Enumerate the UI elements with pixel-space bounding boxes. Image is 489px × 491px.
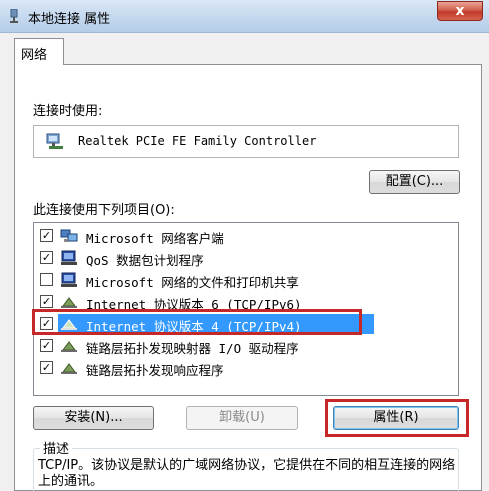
connect-using-label: 连接时使用:: [33, 104, 103, 119]
close-button[interactable]: x: [437, 1, 483, 21]
close-icon: x: [455, 3, 465, 19]
protocol-icon: [61, 297, 77, 308]
item-label: Microsoft 网络客户端: [86, 231, 224, 246]
item-checkbox[interactable]: [40, 273, 53, 286]
item-checkbox[interactable]: ✓: [40, 251, 53, 264]
list-item[interactable]: Microsoft 网络的文件和打印机共享: [34, 269, 458, 291]
item-label: QoS 数据包计划程序: [86, 253, 204, 268]
properties-dialog: 本地连接 属性 x 网络 连接时使用: Realtek PCIe FE Fami…: [0, 0, 489, 491]
item-label: 链路层拓扑发现映射器 I/O 驱动程序: [86, 341, 299, 356]
list-item[interactable]: ✓ QoS 数据包计划程序: [34, 247, 458, 269]
adapter-field: Realtek PCIe FE Family Controller: [33, 125, 459, 158]
install-button[interactable]: 安装(N)...: [33, 406, 154, 430]
item-label: Microsoft 网络的文件和打印机共享: [86, 275, 299, 290]
network-client-icon: [60, 229, 78, 242]
qos-scheduler-icon: [61, 250, 77, 265]
item-checkbox[interactable]: ✓: [40, 361, 53, 374]
item-label: 链路层拓扑发现响应程序: [86, 363, 224, 378]
protocol-icon: [61, 363, 77, 374]
configure-button[interactable]: 配置(C)...: [369, 170, 460, 194]
tab-network-label: 网络: [21, 48, 48, 63]
list-item[interactable]: ✓ 链路层拓扑发现响应程序: [34, 357, 458, 379]
description-title: 描述: [40, 438, 73, 457]
uninstall-button[interactable]: 卸载(U): [186, 406, 298, 430]
tab-network[interactable]: 网络: [14, 38, 64, 65]
network-adapter-icon: [46, 133, 63, 149]
description-text: TCP/IP。该协议是默认的广域网络协议，它提供在不同的相互连接的网络上的通讯。: [38, 458, 456, 489]
items-list-label: 此连接使用下列项目(O):: [33, 203, 175, 218]
title-bar[interactable]: 本地连接 属性 x: [0, 0, 489, 33]
list-item[interactable]: ✓ Microsoft 网络客户端: [34, 225, 458, 247]
selected-item-highlight-box: [32, 309, 362, 335]
item-checkbox[interactable]: ✓: [40, 339, 53, 352]
properties-button-highlight-box: [325, 399, 469, 437]
item-checkbox[interactable]: ✓: [40, 229, 53, 242]
network-connection-icon: [10, 9, 18, 23]
protocol-icon: [61, 341, 77, 352]
file-printer-sharing-icon: [61, 272, 77, 287]
window-title: 本地连接 属性: [28, 12, 111, 27]
list-item[interactable]: ✓ 链路层拓扑发现映射器 I/O 驱动程序: [34, 335, 458, 357]
adapter-name: Realtek PCIe FE Family Controller: [78, 134, 317, 148]
item-checkbox[interactable]: ✓: [40, 295, 53, 308]
